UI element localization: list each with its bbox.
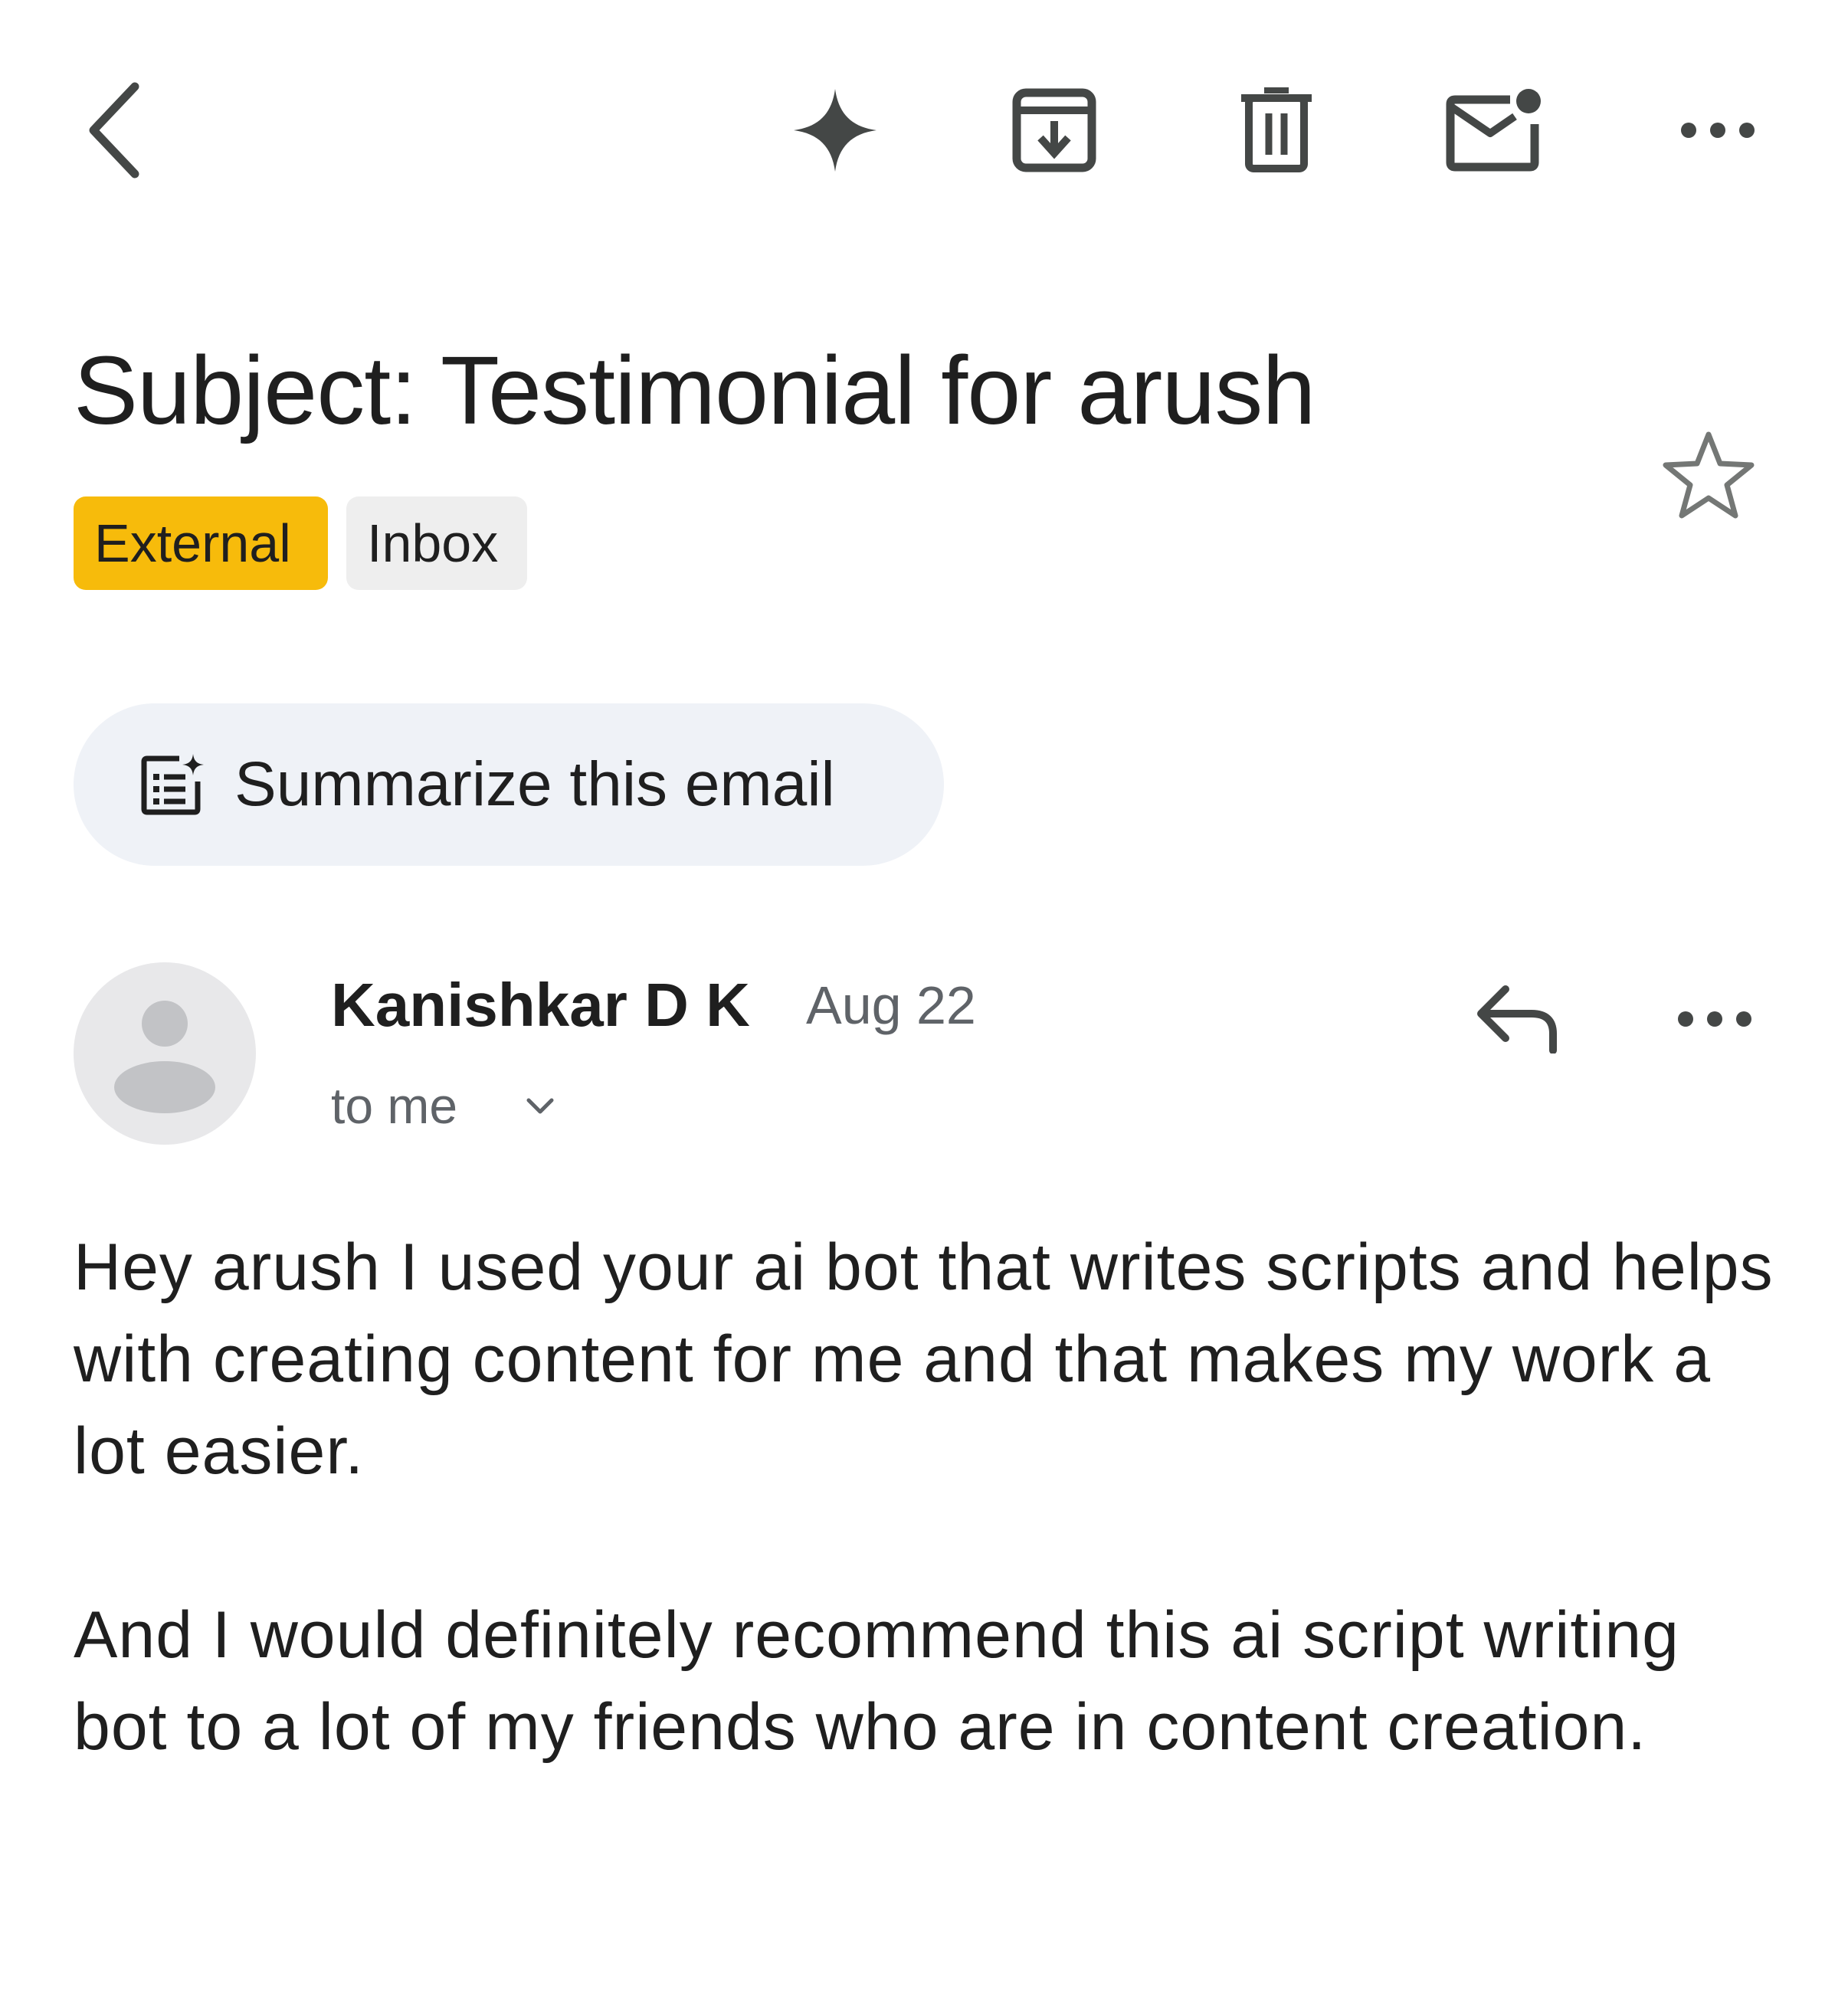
recipients-toggle[interactable]: to me (331, 1071, 576, 1140)
reply-button[interactable] (1456, 958, 1578, 1080)
email-subject: Subject: Testimonial for arush (74, 336, 1316, 444)
mark-unread-button[interactable] (1433, 69, 1555, 192)
sender-date: Aug 22 (806, 975, 976, 1035)
mark-unread-icon (1446, 89, 1541, 172)
delete-button[interactable] (1215, 69, 1338, 192)
back-button[interactable] (54, 69, 176, 192)
trash-icon (1241, 87, 1312, 172)
star-button[interactable] (1647, 414, 1770, 536)
email-body-paragraph: And I would definitely recommend this ai… (74, 1598, 1679, 1764)
gemini-button[interactable] (774, 69, 896, 192)
recipient-text: to me (331, 1077, 458, 1134)
email-body-paragraph: Hey arush I used your ai bot that writes… (74, 1230, 1774, 1488)
summarize-sparkle-icon (141, 754, 204, 815)
star-icon (1663, 431, 1755, 519)
message-more-button[interactable] (1653, 958, 1776, 1080)
sparkle-icon (794, 89, 876, 172)
chevron-down-icon (526, 1098, 554, 1114)
more-horizontal-icon (1678, 1011, 1751, 1027)
sender-avatar[interactable] (74, 962, 256, 1145)
more-horizontal-icon (1681, 123, 1755, 138)
archive-icon (1012, 88, 1096, 172)
summarize-email-button[interactable]: Summarize this email (74, 703, 944, 866)
reply-icon (1477, 985, 1557, 1054)
label-chip-inbox[interactable]: Inbox (346, 496, 527, 590)
chevron-left-icon (89, 82, 139, 179)
person-icon (114, 1001, 215, 1113)
more-options-button[interactable] (1656, 69, 1779, 192)
label-chip-external[interactable]: External (74, 496, 328, 590)
summarize-label: Summarize this email (234, 749, 835, 819)
sender-name: Kanishkar D K (331, 971, 750, 1039)
archive-button[interactable] (993, 69, 1116, 192)
